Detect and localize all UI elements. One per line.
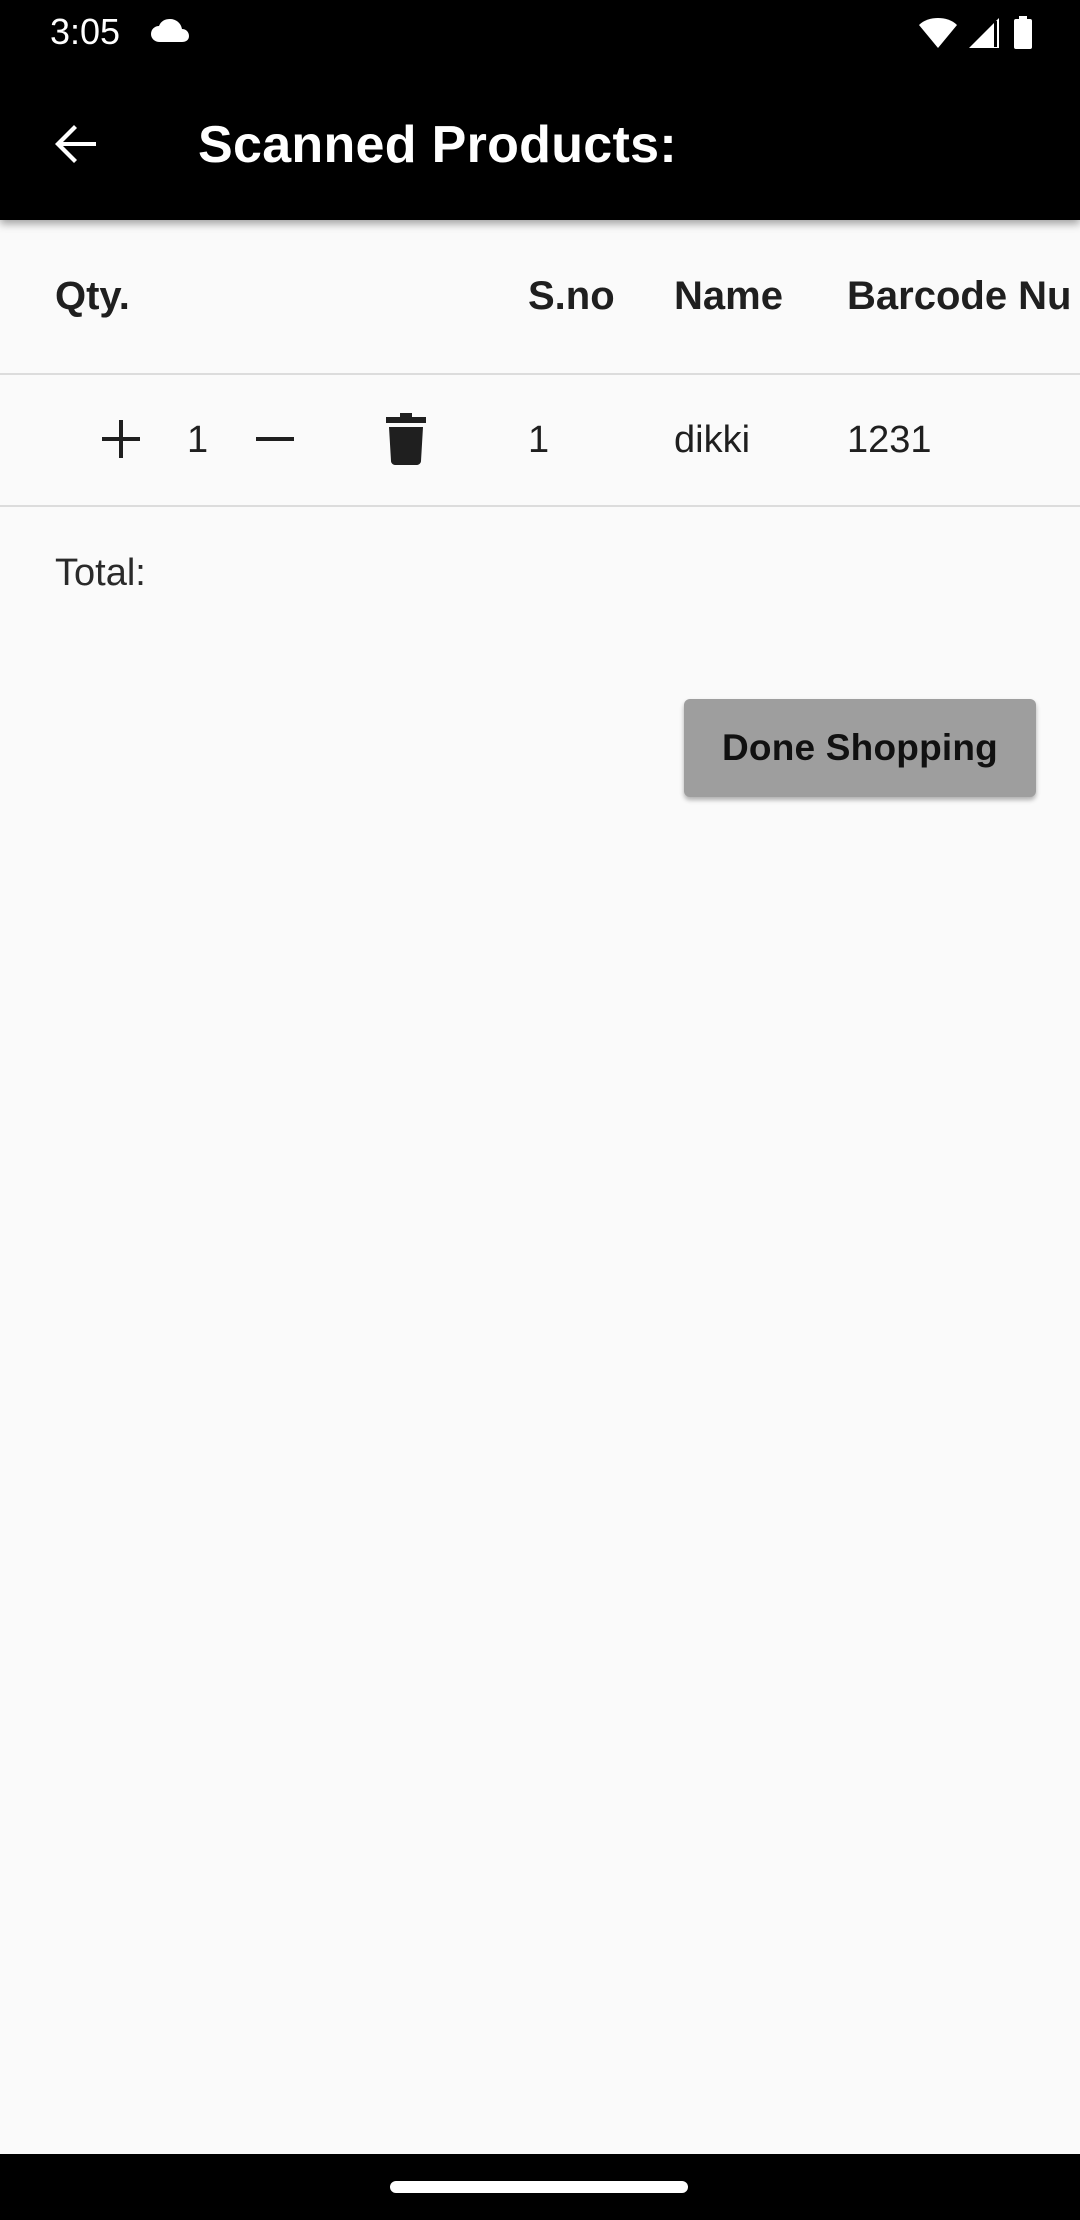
header-sno: S.no <box>528 274 615 318</box>
table-row: 1 1 dikki 1231 <box>0 375 1080 507</box>
quantity-value: 1 <box>187 419 209 461</box>
battery-icon <box>1012 16 1034 55</box>
header-name: Name <box>674 274 783 318</box>
status-time: 3:05 <box>50 11 121 52</box>
navigation-bar <box>0 2154 1080 2220</box>
done-shopping-button[interactable]: Done Shopping <box>684 699 1036 797</box>
page-title: Scanned Products: <box>198 116 677 174</box>
home-gesture-handle[interactable] <box>390 2181 688 2193</box>
signal-icon <box>968 17 1002 54</box>
product-name: dikki <box>674 419 751 461</box>
header-qty: Qty. <box>55 274 130 318</box>
minus-icon <box>254 418 296 465</box>
back-button[interactable] <box>40 110 112 182</box>
delete-icon <box>386 412 426 470</box>
decrease-quantity-button[interactable] <box>245 411 305 471</box>
total-label: Total: <box>55 552 146 594</box>
app-bar: Scanned Products: <box>0 64 1080 220</box>
increase-quantity-button[interactable] <box>91 411 151 471</box>
status-bar: 3:05 <box>0 0 1080 64</box>
plus-icon <box>100 418 142 465</box>
table-header-row: Qty. S.no Name Barcode Nu <box>0 220 1080 375</box>
barcode-number: 1231 <box>847 419 932 461</box>
products-table: Qty. S.no Name Barcode Nu 1 1 dikki 1231 <box>0 220 1080 507</box>
header-barcode: Barcode Nu <box>847 274 1072 318</box>
cloud-icon <box>150 18 190 49</box>
serial-number: 1 <box>528 419 550 461</box>
delete-item-button[interactable] <box>376 411 436 471</box>
wifi-icon <box>918 17 958 54</box>
arrow-left-icon <box>52 120 100 173</box>
